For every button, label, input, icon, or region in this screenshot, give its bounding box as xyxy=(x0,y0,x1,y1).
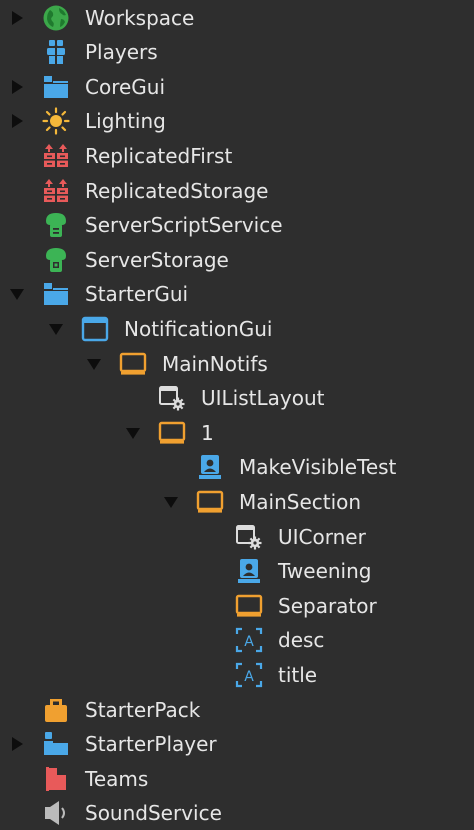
tree-item-separator[interactable]: Separator xyxy=(0,589,474,623)
tree-item-teams[interactable]: Teams xyxy=(0,762,474,796)
teams-icon xyxy=(42,765,70,793)
folder-blue-icon xyxy=(42,73,70,101)
replicated-icon xyxy=(42,177,70,205)
server-storage-icon xyxy=(42,246,70,274)
expand-arrow-down-icon[interactable] xyxy=(46,312,66,346)
tree-item-label: ReplicatedFirst xyxy=(85,144,233,168)
sound-service-icon xyxy=(42,799,70,827)
tree-item-lighting[interactable]: Lighting xyxy=(0,104,474,138)
expand-arrow-down-icon[interactable] xyxy=(7,277,27,311)
frame-icon xyxy=(196,488,224,516)
tree-item-label: Separator xyxy=(278,594,377,618)
starter-player-icon xyxy=(42,730,70,758)
tree-item-replicated-first[interactable]: ReplicatedFirst xyxy=(0,139,474,173)
expand-arrow-right-icon[interactable] xyxy=(7,1,27,35)
tree-item-core-gui[interactable]: CoreGui xyxy=(0,70,474,104)
text-label-icon: A xyxy=(235,626,263,654)
server-script-icon xyxy=(42,211,70,239)
svg-text:A: A xyxy=(244,669,254,685)
ui-component-icon xyxy=(158,384,186,412)
players-icon xyxy=(42,38,70,66)
tree-item-label: Tweening xyxy=(278,559,372,583)
tree-item-label: Lighting xyxy=(85,109,166,133)
tree-item-label: ServerStorage xyxy=(85,248,229,272)
tree-item-label: Players xyxy=(85,40,158,64)
tree-item-label: desc xyxy=(278,628,325,652)
tree-item-notification-gui[interactable]: NotificationGui xyxy=(0,312,474,346)
explorer-tree: Workspace Players CoreGui Lighting Replicate… xyxy=(0,0,474,825)
tree-item-label: UICorner xyxy=(278,525,366,549)
ui-component-icon xyxy=(235,523,263,551)
tree-item-label: 1 xyxy=(201,421,214,445)
screen-gui-icon xyxy=(81,315,109,343)
folder-blue-icon xyxy=(42,280,70,308)
tree-item-label: MakeVisibleTest xyxy=(239,455,397,479)
tree-item-label: Workspace xyxy=(85,6,195,30)
expand-arrow-down-icon[interactable] xyxy=(161,485,181,519)
tree-item-label: ReplicatedStorage xyxy=(85,179,269,203)
tree-item-title[interactable]: Atitle xyxy=(0,658,474,692)
text-label-icon: A xyxy=(235,661,263,689)
tree-item-label: StarterGui xyxy=(85,282,189,306)
frame-icon xyxy=(235,592,263,620)
expand-arrow-right-icon[interactable] xyxy=(7,727,27,761)
tree-item-main-notifs[interactable]: MainNotifs xyxy=(0,347,474,381)
tree-item-label: title xyxy=(278,663,318,687)
local-script-icon xyxy=(196,453,224,481)
tree-item-starter-pack[interactable]: StarterPack xyxy=(0,693,474,727)
frame-icon xyxy=(158,419,186,447)
tree-item-server-storage[interactable]: ServerStorage xyxy=(0,243,474,277)
tree-item-make-visible-test[interactable]: MakeVisibleTest xyxy=(0,450,474,484)
tree-item-desc[interactable]: Adesc xyxy=(0,623,474,657)
replicated-icon xyxy=(42,142,70,170)
tree-item-label: UIListLayout xyxy=(201,386,325,410)
tree-item-label: NotificationGui xyxy=(124,317,273,341)
globe-icon xyxy=(42,4,70,32)
tree-item-1[interactable]: 1 xyxy=(0,416,474,450)
sun-icon xyxy=(42,107,70,135)
tree-item-label: StarterPack xyxy=(85,698,201,722)
expand-arrow-right-icon[interactable] xyxy=(7,70,27,104)
tree-item-sound-service[interactable]: SoundService xyxy=(0,796,474,830)
tree-item-server-script-service[interactable]: ServerScriptService xyxy=(0,208,474,242)
expand-arrow-down-icon[interactable] xyxy=(84,347,104,381)
tree-item-label: CoreGui xyxy=(85,75,166,99)
svg-text:A: A xyxy=(244,634,254,650)
expand-arrow-down-icon[interactable] xyxy=(123,416,143,450)
tree-item-players[interactable]: Players xyxy=(0,35,474,69)
local-script-icon xyxy=(235,557,263,585)
tree-item-main-section[interactable]: MainSection xyxy=(0,485,474,519)
tree-item-label: MainSection xyxy=(239,490,362,514)
tree-item-starter-player[interactable]: StarterPlayer xyxy=(0,727,474,761)
tree-item-starter-gui[interactable]: StarterGui xyxy=(0,277,474,311)
tree-item-label: StarterPlayer xyxy=(85,732,217,756)
expand-arrow-right-icon[interactable] xyxy=(7,104,27,138)
tree-item-workspace[interactable]: Workspace xyxy=(0,1,474,35)
tree-item-uilist-layout[interactable]: UIListLayout xyxy=(0,381,474,415)
frame-icon xyxy=(119,350,147,378)
tree-item-label: MainNotifs xyxy=(162,352,268,376)
starter-pack-icon xyxy=(42,696,70,724)
tree-item-tweening[interactable]: Tweening xyxy=(0,554,474,588)
tree-item-label: Teams xyxy=(85,767,149,791)
tree-item-label: ServerScriptService xyxy=(85,213,283,237)
tree-item-uicorner[interactable]: UICorner xyxy=(0,520,474,554)
tree-item-label: SoundService xyxy=(85,801,222,825)
tree-item-replicated-storage[interactable]: ReplicatedStorage xyxy=(0,174,474,208)
